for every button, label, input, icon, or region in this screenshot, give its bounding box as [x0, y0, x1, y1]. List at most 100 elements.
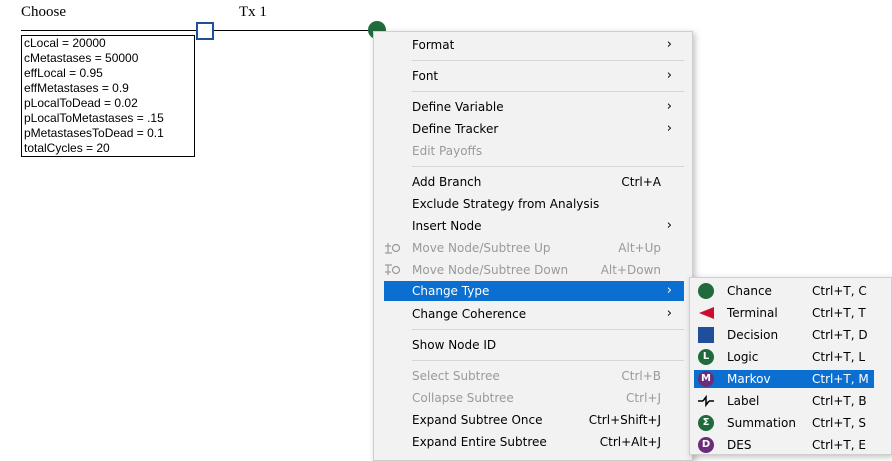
- menu-item-shortcut: Ctrl+Alt+J: [599, 435, 661, 449]
- submenu-item-chance[interactable]: Chance Ctrl+T, C: [694, 280, 874, 302]
- variable-line: pLocalToDead = 0.02: [24, 96, 138, 110]
- submenu-item-markov[interactable]: M Markov Ctrl+T, M: [694, 370, 874, 388]
- menu-item-move-node-down[interactable]: Move Node/Subtree Down Alt+Down: [384, 259, 684, 281]
- variable-line: totalCycles = 20: [24, 141, 110, 155]
- submenu-item-shortcut: Ctrl+T, B: [812, 394, 867, 408]
- submenu-item-shortcut: Ctrl+T, T: [812, 306, 866, 320]
- submenu-item-shortcut: Ctrl+T, S: [812, 416, 866, 430]
- variable-line: pMetastasesToDead = 0.1: [24, 126, 164, 140]
- decision-node[interactable]: [196, 22, 214, 40]
- variable-line: cLocal = 20000: [24, 36, 106, 50]
- menu-item-label: Change Type: [412, 284, 490, 298]
- submenu-item-shortcut: Ctrl+T, C: [812, 284, 867, 298]
- menu-item-shortcut: Ctrl+A: [621, 175, 661, 189]
- chevron-right-icon: ›: [666, 283, 672, 298]
- submenu-item-shortcut: Ctrl+T, D: [812, 328, 868, 342]
- menu-item-change-coherence[interactable]: Change Coherence ›: [384, 303, 684, 325]
- submenu-item-label: Summation: [727, 416, 796, 430]
- submenu-item-des[interactable]: D DES Ctrl+T, E: [694, 434, 874, 456]
- submenu-item-label: Markov: [727, 372, 771, 386]
- menu-item-expand-entire-subtree[interactable]: Expand Entire Subtree Ctrl+Alt+J: [384, 431, 684, 453]
- move-down-icon: [384, 259, 402, 281]
- chevron-right-icon: ›: [666, 99, 672, 114]
- chevron-right-icon: ›: [666, 218, 672, 233]
- menu-item-shortcut: Alt+Up: [618, 241, 661, 255]
- submenu-item-label: Terminal: [727, 306, 778, 320]
- menu-item-format[interactable]: Format ›: [384, 34, 684, 56]
- menu-separator: [412, 360, 684, 361]
- root-node-label: Choose: [21, 4, 66, 20]
- menu-item-shortcut: Ctrl+B: [621, 369, 661, 383]
- menu-separator: [412, 166, 684, 167]
- menu-item-label: Format: [412, 38, 455, 52]
- variable-line: pLocalToMetastases = .15: [24, 111, 164, 125]
- variables-box[interactable]: cLocal = 20000 cMetastases = 50000 effLo…: [21, 35, 195, 157]
- chevron-right-icon: ›: [666, 306, 672, 321]
- menu-item-select-subtree[interactable]: Select Subtree Ctrl+B: [384, 365, 684, 387]
- menu-item-label: Move Node/Subtree Down: [412, 263, 569, 277]
- chevron-right-icon: ›: [666, 121, 672, 136]
- menu-item-shortcut: Alt+Down: [600, 263, 661, 277]
- des-icon: D: [698, 437, 714, 453]
- menu-item-label: Define Variable: [412, 100, 504, 114]
- menu-item-move-node-up[interactable]: Move Node/Subtree Up Alt+Up: [384, 237, 684, 259]
- summation-icon: Σ: [698, 415, 714, 431]
- menu-item-label: Show Node ID: [412, 338, 497, 352]
- logic-icon: L: [698, 349, 714, 365]
- menu-item-label: Define Tracker: [412, 122, 499, 136]
- menu-item-insert-node[interactable]: Insert Node ›: [384, 215, 684, 237]
- menu-item-label: Expand Subtree Once: [412, 413, 543, 427]
- submenu-item-decision[interactable]: Decision Ctrl+T, D: [694, 324, 874, 346]
- submenu-item-terminal[interactable]: Terminal Ctrl+T, T: [694, 302, 874, 324]
- move-up-icon: [384, 237, 402, 259]
- menu-item-label: Exclude Strategy from Analysis: [412, 197, 600, 211]
- variable-line: effMetastases = 0.9: [24, 81, 129, 95]
- submenu-item-shortcut: Ctrl+T, M: [812, 372, 869, 386]
- menu-item-label: Font: [412, 69, 439, 83]
- menu-item-edit-payoffs[interactable]: Edit Payoffs: [384, 140, 684, 162]
- menu-separator: [412, 91, 684, 92]
- submenu-item-label: Label: [727, 394, 760, 408]
- chevron-right-icon: ›: [666, 68, 672, 83]
- menu-item-label: Expand Entire Subtree: [412, 435, 547, 449]
- menu-item-define-tracker[interactable]: Define Tracker ›: [384, 118, 684, 140]
- markov-icon: M: [698, 371, 714, 387]
- variable-line: cMetastases = 50000: [24, 51, 139, 65]
- context-menu: Format › Font › Define Variable › Define…: [373, 31, 693, 461]
- menu-item-label: Select Subtree: [412, 369, 500, 383]
- chance-icon: [698, 283, 714, 299]
- decision-icon: [698, 327, 714, 343]
- submenu-item-label: DES: [727, 438, 752, 452]
- menu-item-change-type[interactable]: Change Type ›: [384, 281, 684, 301]
- submenu-item-shortcut: Ctrl+T, L: [812, 350, 866, 364]
- submenu-item-shortcut: Ctrl+T, E: [812, 438, 866, 452]
- menu-item-label: Collapse Subtree: [412, 391, 514, 405]
- menu-separator: [412, 60, 684, 61]
- menu-item-exclude-strategy[interactable]: Exclude Strategy from Analysis: [384, 193, 684, 215]
- menu-item-expand-subtree-once[interactable]: Expand Subtree Once Ctrl+Shift+J: [384, 409, 684, 431]
- submenu-item-label: Logic: [727, 350, 759, 364]
- branch-label: Tx 1: [239, 4, 267, 20]
- menu-item-label: Move Node/Subtree Up: [412, 241, 551, 255]
- menu-item-collapse-subtree[interactable]: Collapse Subtree Ctrl+J: [384, 387, 684, 409]
- menu-item-shortcut: Ctrl+Shift+J: [588, 413, 661, 427]
- submenu-item-summation[interactable]: Σ Summation Ctrl+T, S: [694, 412, 874, 434]
- menu-item-label: Insert Node: [412, 219, 482, 233]
- strategy-branch-line: [214, 30, 374, 31]
- menu-item-label: Edit Payoffs: [412, 144, 483, 158]
- chevron-right-icon: ›: [666, 37, 672, 52]
- menu-item-define-variable[interactable]: Define Variable ›: [384, 96, 684, 118]
- menu-item-add-branch[interactable]: Add Branch Ctrl+A: [384, 171, 684, 193]
- menu-item-font[interactable]: Font ›: [384, 65, 684, 87]
- menu-item-shortcut: Ctrl+J: [626, 391, 661, 405]
- label-icon: [698, 393, 714, 409]
- root-branch-line: [21, 30, 196, 31]
- submenu-item-label-node[interactable]: Label Ctrl+T, B: [694, 390, 874, 412]
- menu-separator: [412, 329, 684, 330]
- submenu-item-label: Decision: [727, 328, 779, 342]
- menu-item-show-node-id[interactable]: Show Node ID: [384, 334, 684, 356]
- menu-item-label: Change Coherence: [412, 307, 527, 321]
- change-type-submenu: Chance Ctrl+T, C Terminal Ctrl+T, T Deci…: [689, 277, 892, 455]
- submenu-item-logic[interactable]: L Logic Ctrl+T, L: [694, 346, 874, 368]
- variable-line: effLocal = 0.95: [24, 66, 103, 80]
